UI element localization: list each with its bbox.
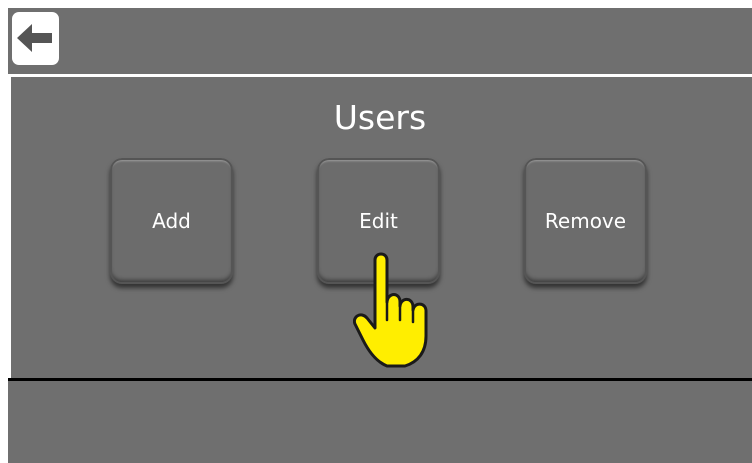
remove-button[interactable]: Remove <box>524 158 647 284</box>
remove-button-label: Remove <box>544 209 627 233</box>
screen: Users Add Edit Remove <box>8 8 752 463</box>
top-bar <box>8 8 752 76</box>
edit-button[interactable]: Edit <box>317 158 440 284</box>
edit-button-label: Edit <box>359 209 398 233</box>
add-button-label: Add <box>152 209 191 233</box>
add-button[interactable]: Add <box>110 158 233 284</box>
arrow-left-icon <box>17 24 52 52</box>
page-title: Users <box>333 98 427 137</box>
back-button[interactable] <box>12 12 59 65</box>
footer-bar <box>8 381 752 463</box>
